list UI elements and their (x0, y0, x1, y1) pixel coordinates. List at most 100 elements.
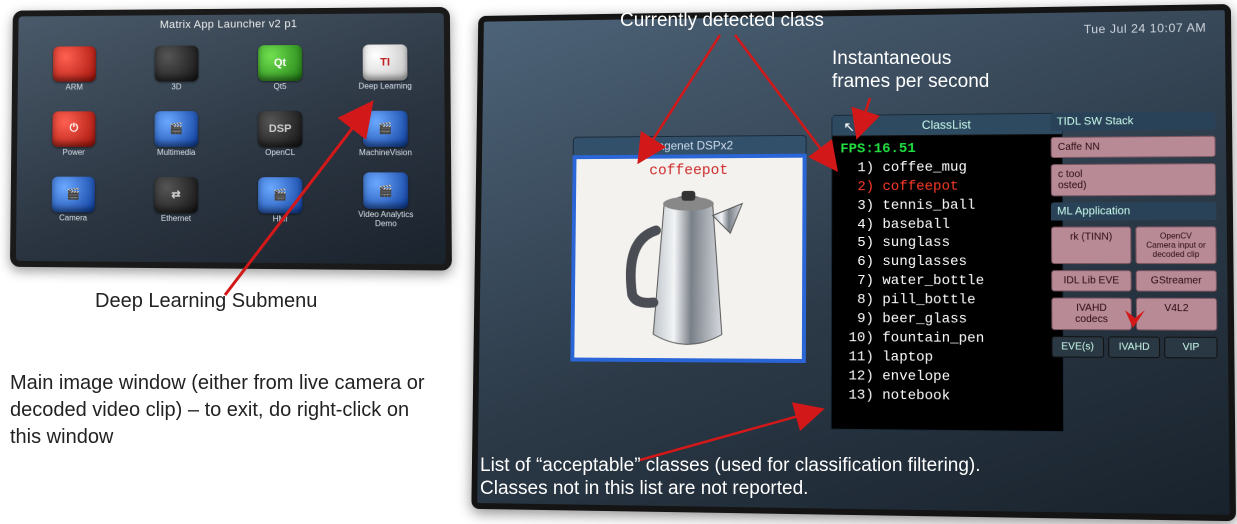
class-row-index: 13) (840, 386, 874, 405)
app-glyph-icon: 🎬 (363, 110, 408, 146)
app-icon-label: HMI (273, 215, 288, 224)
app-icon-arm[interactable]: ARM (27, 39, 121, 98)
class-row: 9) beer_glass (840, 310, 1055, 330)
panel-gstreamer[interactable]: GStreamer (1136, 270, 1217, 292)
class-row: 1) coffee_mug (840, 158, 1054, 178)
classlist-body: FPS:16.51 1) coffee_mug2) coffeepot3) te… (832, 135, 1064, 415)
app-glyph-icon: 🎬 (52, 176, 95, 212)
class-row: 13) notebook (840, 386, 1055, 407)
app-icon-hmi[interactable]: 🎬 HMI (232, 170, 329, 231)
class-row: 5) sunglass (840, 234, 1054, 253)
class-row-name: laptop (874, 349, 933, 366)
mouse-cursor-icon: ↖ (843, 119, 855, 136)
panel-vip[interactable]: VIP (1165, 337, 1218, 359)
classlist-window-title[interactable]: ClassList (832, 114, 1061, 137)
app-icon-label: Deep Learning (358, 82, 411, 91)
launcher-grid: ARM 3D Qt Qt5 TI Deep Learning ⏻Power 🎬 Multimed… (16, 33, 445, 242)
class-row-index: 2) (840, 178, 874, 197)
class-row: 6) sunglasses (840, 253, 1054, 272)
app-icon-power[interactable]: ⏻Power (27, 104, 121, 164)
panel-c-tool[interactable]: c tool osted) (1051, 163, 1216, 196)
imagenet-window-title[interactable]: Imagenet DSPx2 (573, 135, 807, 155)
fps-readout: FPS:16.51 (840, 139, 1054, 159)
app-icon-3d[interactable]: 3D (129, 39, 224, 99)
app-icon-multimedia[interactable]: 🎬 Multimedia (129, 104, 224, 164)
panel-eves[interactable]: EVE(s) (1051, 336, 1103, 358)
app-glyph-icon (155, 45, 199, 81)
class-row: 3) tennis_ball (840, 196, 1054, 216)
class-row-name: fountain_pen (874, 330, 984, 347)
app-icon-camera[interactable]: 🎬 Camera (26, 170, 121, 230)
panel-header-tidl: TIDL SW Stack (1051, 111, 1216, 131)
clock: Tue Jul 24 10:07 AM (1084, 21, 1207, 37)
app-icon-machinevision[interactable]: 🎬 MachineVision (337, 104, 435, 165)
class-row-index: 4) (840, 216, 874, 235)
app-glyph-icon: 🎬 (363, 173, 408, 210)
class-row-name: notebook (874, 387, 950, 404)
panel-header-ml-app: ML Application (1051, 202, 1216, 221)
app-icon-opencl[interactable]: DSP OpenCL (232, 104, 329, 164)
panel-idl-lib-eve[interactable]: IDL Lib EVE (1051, 270, 1131, 291)
panel-caffe-nn[interactable]: Caffe NN (1051, 136, 1216, 158)
app-icon-deep-learning[interactable]: TI Deep Learning (336, 37, 434, 98)
class-row-index: 5) (840, 234, 874, 253)
class-row-index: 6) (840, 253, 874, 272)
app-glyph-icon: DSP (258, 111, 302, 147)
app-icon-label: MachineVision (359, 149, 412, 158)
imagenet-window[interactable]: Imagenet DSPx2 coffeepot (570, 135, 806, 369)
class-row: 8) pill_bottle (840, 291, 1055, 311)
panel-ivahd[interactable]: IVAHD (1108, 336, 1161, 358)
app-icon-qt5[interactable]: Qt Qt5 (232, 38, 328, 98)
app-icon-video-analytics-demo[interactable]: 🎬Video Analytics Demo (337, 170, 435, 231)
class-row-name: pill_bottle (874, 292, 976, 308)
class-row-index: 1) (840, 159, 874, 178)
class-row: 4) baseball (840, 215, 1054, 234)
class-row-name: sunglass (874, 235, 950, 251)
panel-tinn[interactable]: rk (TINN) (1051, 226, 1131, 264)
tidl-demo-screen: Tue Jul 24 10:07 AM Imagenet DSPx2 coffe… (471, 4, 1236, 521)
classlist-window[interactable]: ClassList FPS:16.51 1) coffee_mug2) coff… (831, 113, 1065, 432)
app-icon-ethernet[interactable]: ⇄ Ethernet (128, 170, 224, 230)
class-row: 11) laptop (840, 348, 1055, 368)
class-row-name: water_bottle (874, 273, 984, 289)
app-icon-label: Ethernet (161, 214, 191, 223)
app-glyph-icon: Qt (258, 45, 302, 81)
class-row-name: sunglasses (874, 254, 967, 270)
class-row-name: baseball (874, 216, 950, 232)
app-glyph-icon: ⏻ (52, 111, 95, 147)
class-row: 7) water_bottle (840, 272, 1054, 291)
class-row-index: 10) (840, 329, 874, 348)
panel-v4l2[interactable]: V4L2 (1136, 298, 1218, 331)
class-row-index: 8) (840, 291, 874, 310)
class-row-index: 12) (840, 367, 874, 386)
imagenet-window-body[interactable]: coffeepot (570, 154, 806, 363)
app-icon-label: Power (63, 148, 85, 157)
app-icon-label: Qt5 (274, 83, 287, 92)
app-glyph-icon: 🎬 (258, 177, 302, 213)
class-row-index: 11) (840, 348, 874, 367)
app-glyph-icon: ⇄ (154, 176, 198, 212)
coffeepot-image (614, 185, 762, 349)
app-icon-label: Multimedia (157, 149, 195, 158)
app-glyph-icon: TI (363, 44, 408, 80)
class-row-index: 9) (840, 310, 874, 329)
app-icon-label: Video Analytics Demo (350, 211, 422, 229)
panel-opencv[interactable]: OpenCV Camera input or decoded clip (1135, 226, 1216, 264)
app-icon-label: Camera (59, 214, 87, 223)
app-icon-label: ARM (66, 83, 83, 92)
matrix-launcher-screen: Matrix App Launcher v2 p1 ARM3DQtQt5TIDe… (10, 7, 452, 271)
class-row-name: tennis_ball (874, 197, 975, 213)
class-row-name: coffee_mug (874, 159, 967, 176)
class-row-name: coffeepot (874, 178, 958, 194)
panel-ivahd-codecs[interactable]: IVAHD codecs (1051, 297, 1132, 330)
class-row-name: beer_glass (874, 311, 967, 327)
app-glyph-icon (53, 46, 96, 82)
class-row: 2) coffeepot (840, 177, 1054, 197)
app-glyph-icon: 🎬 (154, 111, 198, 147)
caption-deep-learning-submenu: Deep Learning Submenu (95, 290, 317, 313)
tidl-sw-stack-panel: TIDL SW Stack Caffe NN c tool osted) ML … (1051, 111, 1218, 358)
app-icon-label: 3D (171, 83, 181, 92)
class-row-index: 3) (840, 197, 874, 216)
detected-class-overlay: coffeepot (576, 162, 802, 180)
app-icon-label: OpenCL (265, 149, 295, 158)
